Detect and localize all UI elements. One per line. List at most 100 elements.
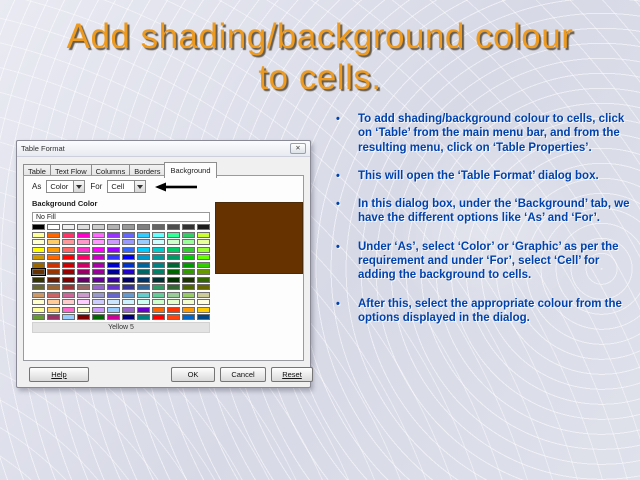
color-swatch[interactable] [62,224,75,230]
color-swatch[interactable] [107,299,120,305]
color-swatch[interactable] [197,261,210,268]
color-swatch[interactable] [197,239,210,245]
color-swatch[interactable] [107,254,120,260]
color-swatch[interactable] [62,299,75,305]
color-swatch[interactable] [107,239,120,245]
color-swatch[interactable] [107,224,120,230]
color-swatch[interactable] [92,231,105,238]
color-swatch[interactable] [167,276,180,283]
tab-background[interactable]: Background [164,162,217,178]
color-swatch[interactable] [167,246,180,253]
color-swatch[interactable] [122,284,135,290]
color-swatch[interactable] [197,276,210,283]
color-swatch[interactable] [152,314,165,320]
color-swatch[interactable] [62,291,75,298]
color-swatch[interactable] [152,231,165,238]
color-swatch[interactable] [197,231,210,238]
color-swatch[interactable] [77,224,90,230]
color-swatch[interactable] [32,239,45,245]
color-swatch[interactable] [92,254,105,260]
color-swatch[interactable] [32,299,45,305]
color-swatch[interactable] [182,284,195,290]
color-swatch[interactable] [167,254,180,260]
color-swatch[interactable] [167,284,180,290]
color-swatch[interactable] [182,231,195,238]
color-swatch[interactable] [62,254,75,260]
color-swatch[interactable] [137,261,150,268]
color-swatch[interactable] [92,291,105,298]
dialog-titlebar[interactable]: Table Format ✕ [17,141,310,157]
color-swatch[interactable] [77,269,90,275]
color-swatch[interactable] [182,239,195,245]
color-swatch[interactable] [47,284,60,290]
color-swatch[interactable] [197,299,210,305]
color-swatch[interactable] [137,314,150,320]
as-dropdown[interactable]: Color [46,180,86,193]
color-swatch[interactable] [182,254,195,260]
color-swatch[interactable] [107,276,120,283]
color-swatch[interactable] [77,299,90,305]
color-swatch[interactable] [32,224,45,230]
color-swatch[interactable] [107,269,120,275]
color-swatch[interactable] [32,254,45,260]
color-swatch[interactable] [182,261,195,268]
color-swatch[interactable] [92,284,105,290]
color-swatch[interactable] [92,269,105,275]
color-swatch[interactable] [167,291,180,298]
color-swatch[interactable] [152,246,165,253]
color-swatch[interactable] [137,306,150,313]
color-swatch[interactable] [137,224,150,230]
color-swatch[interactable] [122,231,135,238]
color-swatch[interactable] [77,314,90,320]
color-swatch[interactable] [197,254,210,260]
cancel-button[interactable]: Cancel [220,367,266,382]
color-swatch[interactable] [152,261,165,268]
color-swatch[interactable] [32,284,45,290]
color-swatch[interactable] [32,314,45,320]
color-swatch[interactable] [107,231,120,238]
color-swatch[interactable] [182,299,195,305]
color-swatch[interactable] [62,284,75,290]
color-swatch[interactable] [122,276,135,283]
color-swatch[interactable] [107,306,120,313]
color-swatch[interactable] [77,284,90,290]
color-swatch[interactable] [122,261,135,268]
color-swatch[interactable] [62,239,75,245]
color-swatch[interactable] [137,299,150,305]
color-swatch[interactable] [167,261,180,268]
close-icon[interactable]: ✕ [290,143,306,154]
color-swatch[interactable] [107,314,120,320]
color-swatch[interactable] [137,254,150,260]
color-swatch[interactable] [92,276,105,283]
color-swatch[interactable] [137,276,150,283]
dropdown-arrow-icon[interactable] [73,181,85,192]
color-swatch[interactable] [77,291,90,298]
color-swatch[interactable] [197,314,210,320]
color-swatch[interactable] [182,269,195,275]
color-swatch[interactable] [182,276,195,283]
help-button[interactable]: Help [29,367,89,382]
color-swatch[interactable] [182,224,195,230]
color-swatch[interactable] [182,246,195,253]
color-swatch[interactable] [197,246,210,253]
color-swatch[interactable] [47,269,60,275]
color-swatch[interactable] [77,239,90,245]
color-swatch[interactable] [152,284,165,290]
color-swatch[interactable] [107,261,120,268]
color-swatch[interactable] [122,269,135,275]
color-swatch[interactable] [92,224,105,230]
color-swatch[interactable] [137,284,150,290]
color-swatch[interactable] [182,306,195,313]
color-swatch[interactable] [152,239,165,245]
color-swatch[interactable] [152,269,165,275]
color-swatch[interactable] [32,261,45,268]
color-swatch[interactable] [47,306,60,313]
color-swatch[interactable] [197,269,210,275]
color-swatch[interactable] [122,306,135,313]
no-fill-field[interactable]: No Fill [32,212,210,222]
color-swatch[interactable] [122,314,135,320]
color-swatch[interactable] [107,246,120,253]
color-swatch[interactable] [62,306,75,313]
color-swatch[interactable] [77,276,90,283]
color-swatch[interactable] [92,306,105,313]
